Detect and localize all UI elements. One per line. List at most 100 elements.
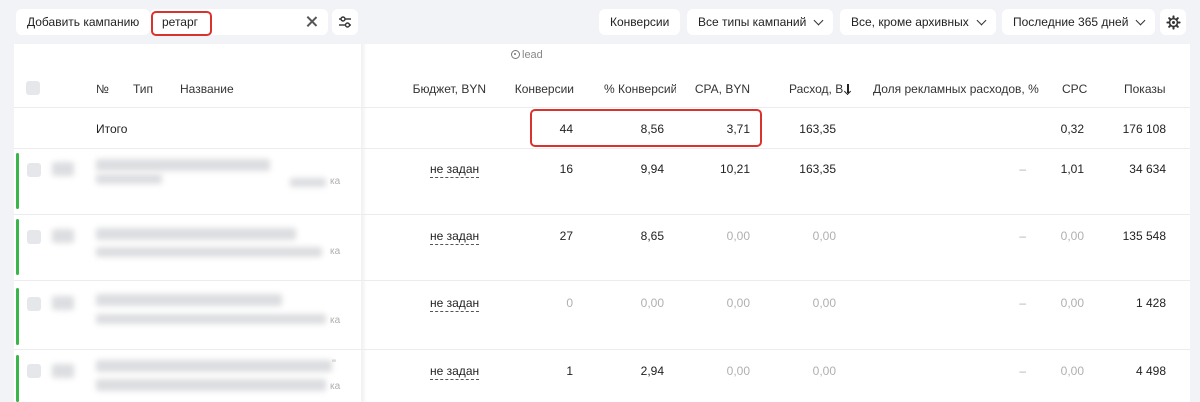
campaign-types-dropdown[interactable]: Все типы кампаний [687, 9, 834, 35]
cell-conversions: 27 [559, 229, 573, 243]
totals-cpc: 0,32 [1060, 122, 1084, 136]
column-header-cpa[interactable]: CPA, BYN [684, 82, 750, 96]
row-number-redacted [52, 229, 74, 243]
campaign-name-redacted[interactable] [96, 294, 282, 306]
cell-cpc: 1,01 [1060, 162, 1084, 176]
cell-ad-share: – [1019, 296, 1026, 310]
column-header-name[interactable]: Название [180, 82, 234, 96]
campaign-name-redacted[interactable] [96, 360, 332, 372]
column-header-ad-share[interactable]: Доля рекламных расходов, % [873, 82, 1039, 96]
divider [14, 280, 1190, 281]
row-checkbox[interactable] [27, 163, 41, 177]
cell-cpc: 0,00 [1060, 364, 1084, 378]
budget-link[interactable]: не задан [430, 229, 480, 245]
active-status-indicator [16, 355, 19, 402]
divider [14, 349, 1190, 350]
cell-spend: 163,35 [799, 162, 836, 176]
campaign-name-redacted[interactable] [96, 159, 270, 171]
row-checkbox[interactable] [27, 230, 41, 244]
campaign-name-redacted [96, 247, 322, 257]
cell-cpa: 0,00 [726, 364, 750, 378]
cell-ad-share: – [1019, 229, 1026, 243]
divider [14, 148, 1190, 149]
target-icon [511, 50, 520, 59]
column-header-spend[interactable]: Расход, B [789, 82, 855, 96]
search-field[interactable] [150, 9, 328, 35]
column-header-type[interactable]: Тип [133, 82, 153, 96]
cell-spend: 0,00 [812, 296, 836, 310]
totals-impressions: 176 108 [1122, 122, 1166, 136]
cell-cpc: 0,00 [1060, 229, 1084, 243]
campaign-name-redacted [96, 379, 326, 391]
period-label: Последние 365 дней [1013, 15, 1129, 29]
conversions-button[interactable]: Конверсии [599, 9, 681, 35]
column-header-cpc[interactable]: CPC [1062, 82, 1087, 96]
cell-cpa: 0,00 [726, 296, 750, 310]
totals-spend: 163,35 [799, 122, 836, 136]
totals-cpa: 3,71 [726, 122, 750, 136]
totals-label: Итого [96, 122, 128, 136]
gear-icon [1165, 14, 1181, 30]
period-dropdown[interactable]: Последние 365 дней [1002, 9, 1156, 35]
active-status-indicator [16, 153, 19, 209]
cell-spend: 0,00 [812, 364, 836, 378]
add-campaign-button[interactable]: Добавить кампанию [16, 9, 151, 35]
campaign-types-label: Все типы кампаний [698, 15, 807, 29]
active-status-indicator [16, 219, 19, 275]
campaign-name-redacted [96, 314, 326, 324]
cell-impressions: 34 634 [1129, 162, 1166, 176]
cell-impressions: 1 428 [1135, 296, 1166, 310]
status-filter-label: Все, кроме архивных [851, 15, 969, 29]
campaign-name-redacted [96, 174, 162, 184]
column-header-conversion-rate[interactable]: % Конверсий [604, 82, 676, 96]
conversions-label: Конверсии [610, 15, 670, 29]
add-campaign-label: Добавить кампанию [27, 15, 140, 29]
budget-link[interactable]: не задан [430, 296, 480, 312]
chevron-down-icon [976, 15, 987, 25]
row-number-redacted [52, 162, 74, 176]
cell-conversions: 0 [566, 296, 573, 310]
cell-conversions: 1 [566, 364, 573, 378]
sort-desc-icon [844, 84, 852, 94]
filter-settings-icon [339, 16, 351, 28]
cell-conversion-rate: 9,94 [640, 162, 664, 176]
status-filter-dropdown[interactable]: Все, кроме архивных [840, 9, 996, 35]
cell-cpa: 10,21 [719, 162, 750, 176]
row-checkbox[interactable] [27, 297, 41, 311]
cell-impressions: 4 498 [1135, 364, 1166, 378]
cell-ad-share: – [1019, 162, 1026, 176]
cell-ad-share: – [1019, 364, 1026, 378]
totals-conversions: 44 [559, 122, 573, 136]
campaigns-table: lead № Тип Название Бюджет, BYN Конверси… [14, 44, 1190, 402]
campaign-subtitle: ка [330, 381, 341, 392]
settings-button[interactable] [1160, 9, 1186, 35]
cell-spend: 0,00 [812, 229, 836, 243]
column-header-number[interactable]: № [96, 82, 109, 96]
active-status-indicator [16, 288, 19, 345]
cell-conversion-rate: 8,65 [640, 229, 664, 243]
row-checkbox[interactable] [27, 364, 41, 378]
filter-settings-button[interactable] [332, 9, 358, 35]
chevron-down-icon [1135, 15, 1146, 25]
goal-label: lead [511, 49, 543, 61]
campaign-subtitle: ка [330, 176, 341, 187]
close-icon[interactable] [304, 14, 320, 30]
toolbar: Добавить кампанию Конверсии Все типы кам… [0, 0, 1200, 44]
select-all-checkbox[interactable] [26, 81, 40, 95]
campaign-name-redacted[interactable] [96, 228, 296, 240]
budget-link[interactable]: не задан [430, 364, 480, 380]
cell-cpc: 0,00 [1060, 296, 1084, 310]
budget-link[interactable]: не задан [430, 162, 480, 178]
divider [14, 107, 1190, 108]
campaign-subtitle: ка [330, 315, 341, 326]
column-header-budget[interactable]: Бюджет, BYN [394, 82, 486, 96]
column-header-impressions[interactable]: Показы [1124, 82, 1165, 96]
cell-conversion-rate: 0,00 [640, 296, 664, 310]
cell-impressions: 135 548 [1122, 229, 1166, 243]
cell-conversion-rate: 2,94 [640, 364, 664, 378]
search-input[interactable] [162, 13, 292, 31]
cell-cpa: 0,00 [726, 229, 750, 243]
column-header-conversions[interactable]: Конверсии [494, 82, 574, 96]
row-number-redacted [52, 296, 74, 310]
campaign-name-mark: " [332, 358, 336, 370]
